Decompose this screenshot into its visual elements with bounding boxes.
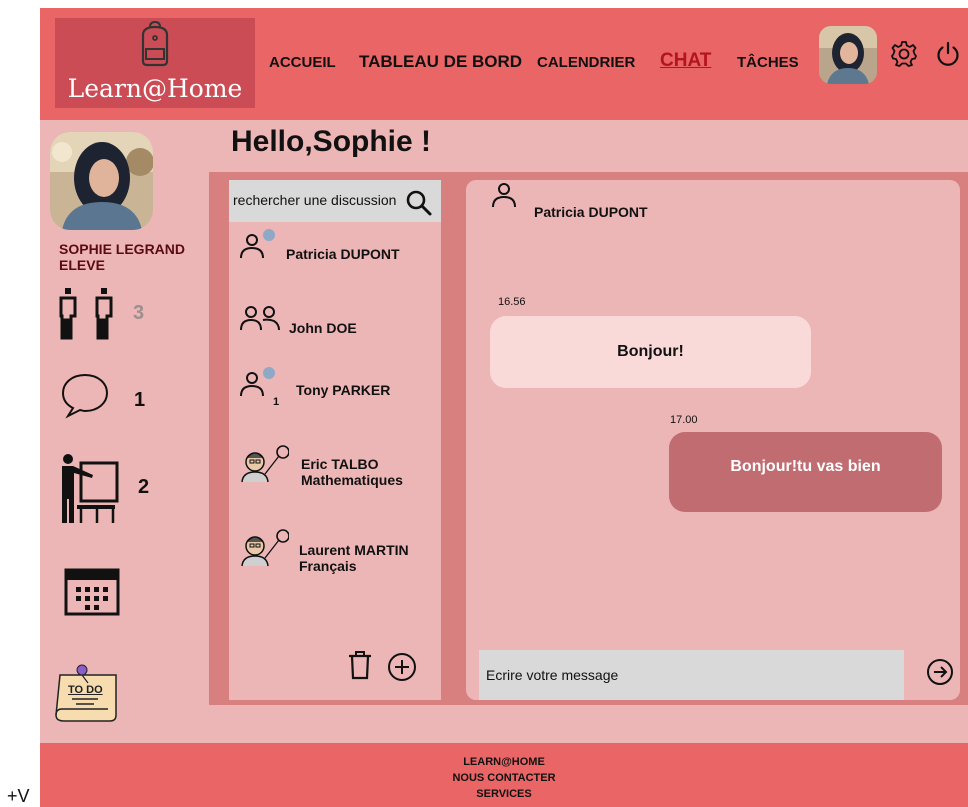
user-avatar[interactable] xyxy=(819,26,877,84)
backpack-icon xyxy=(141,21,169,67)
search-icon[interactable] xyxy=(405,189,433,217)
nav-taches[interactable]: TÂCHES xyxy=(737,54,799,71)
message-time: 16.56 xyxy=(498,296,526,308)
teacher-icon xyxy=(241,445,289,483)
contact-item[interactable]: Patricia DUPONT xyxy=(229,228,441,288)
top-header: Learn@Home ACCUEIL TABLEAU DE BORD CALEN… xyxy=(40,8,968,120)
chat-bubble-icon[interactable] xyxy=(60,371,110,419)
profile-role: ELEVE xyxy=(59,257,105,273)
classes-count: 2 xyxy=(138,476,150,498)
todo-note[interactable]: TO DO xyxy=(54,663,124,725)
contact-item[interactable]: John DOE xyxy=(229,296,441,356)
calendar-icon[interactable] xyxy=(64,568,120,616)
gear-icon[interactable] xyxy=(890,40,918,68)
message-bubble-incoming: Bonjour! xyxy=(490,316,811,388)
logo-text: Learn@Home xyxy=(67,74,243,103)
chat-window: Patricia DUPONT 16.56 Bonjour! 17.00 Bon… xyxy=(466,180,960,700)
search-input[interactable] xyxy=(233,192,403,208)
user-icon xyxy=(240,367,275,397)
teacher-icon xyxy=(241,529,289,567)
profile-image xyxy=(50,132,153,230)
app-frame: Learn@Home ACCUEIL TABLEAU DE BORD CALEN… xyxy=(40,8,968,807)
corner-text: +V xyxy=(7,786,30,806)
contact-name: Tony PARKER xyxy=(296,382,391,398)
nav-tableau-de-bord[interactable]: TABLEAU DE BORD xyxy=(359,52,522,72)
nav-accueil[interactable]: ACCUEIL xyxy=(269,54,336,71)
contact-subject: Français xyxy=(299,558,357,574)
message-bubble-outgoing: Bonjour!tu vas bien xyxy=(669,432,942,512)
todo-label: TO DO xyxy=(68,684,103,696)
contact-subject: Mathematiques xyxy=(301,472,403,488)
contact-item[interactable]: Laurent MARTIN Français xyxy=(229,528,441,588)
group-icon xyxy=(240,306,280,331)
contact-list: Patricia DUPONT John DOE 1 xyxy=(229,180,441,700)
profile-photo xyxy=(50,132,153,230)
contact-name: John DOE xyxy=(289,320,357,336)
profile-name-block: SOPHIE LEGRAND ELEVE xyxy=(59,241,219,273)
footer: LEARN@HOME NOUS CONTACTER SERVICES xyxy=(40,743,968,807)
trash-icon[interactable] xyxy=(347,650,373,680)
teacher-board-icon[interactable] xyxy=(55,453,121,525)
greeting: Hello,Sophie ! xyxy=(231,125,432,158)
contact-name: Laurent MARTIN xyxy=(299,542,409,558)
messages-count: 1 xyxy=(134,389,146,411)
contact-name-block: Eric TALBO Mathematiques xyxy=(301,456,403,488)
contact-item[interactable]: Eric TALBO Mathematiques xyxy=(229,444,441,504)
search-bar xyxy=(229,180,441,222)
chat-recipient: Patricia DUPONT xyxy=(534,204,648,220)
avatar-photo xyxy=(819,26,877,84)
message-time: 17.00 xyxy=(670,414,698,426)
classmates-icon[interactable] xyxy=(59,288,117,343)
nav-chat[interactable]: CHAT xyxy=(660,50,711,72)
user-icon xyxy=(240,229,275,259)
contact-name: Patricia DUPONT xyxy=(286,246,400,262)
messaging-panel: Patricia DUPONT John DOE 1 xyxy=(209,172,968,705)
message-input[interactable] xyxy=(479,650,904,700)
profile-name: SOPHIE LEGRAND xyxy=(59,241,186,257)
footer-brand[interactable]: LEARN@HOME xyxy=(40,754,968,770)
contact-item[interactable]: 1 Tony PARKER xyxy=(229,366,441,426)
user-icon xyxy=(492,183,516,208)
contact-name: Eric TALBO xyxy=(301,456,379,472)
send-arrow-icon[interactable] xyxy=(926,658,954,686)
classmates-count: 3 xyxy=(133,302,145,324)
footer-services[interactable]: SERVICES xyxy=(40,786,968,802)
power-icon[interactable] xyxy=(934,40,962,68)
contact-name-block: Laurent MARTIN Français xyxy=(299,542,409,574)
unread-badge: 1 xyxy=(273,396,280,408)
footer-contact[interactable]: NOUS CONTACTER xyxy=(40,770,968,786)
add-conversation-icon[interactable] xyxy=(387,652,417,682)
nav-calendrier[interactable]: CALENDRIER xyxy=(537,54,635,71)
logo[interactable]: Learn@Home xyxy=(55,18,255,108)
